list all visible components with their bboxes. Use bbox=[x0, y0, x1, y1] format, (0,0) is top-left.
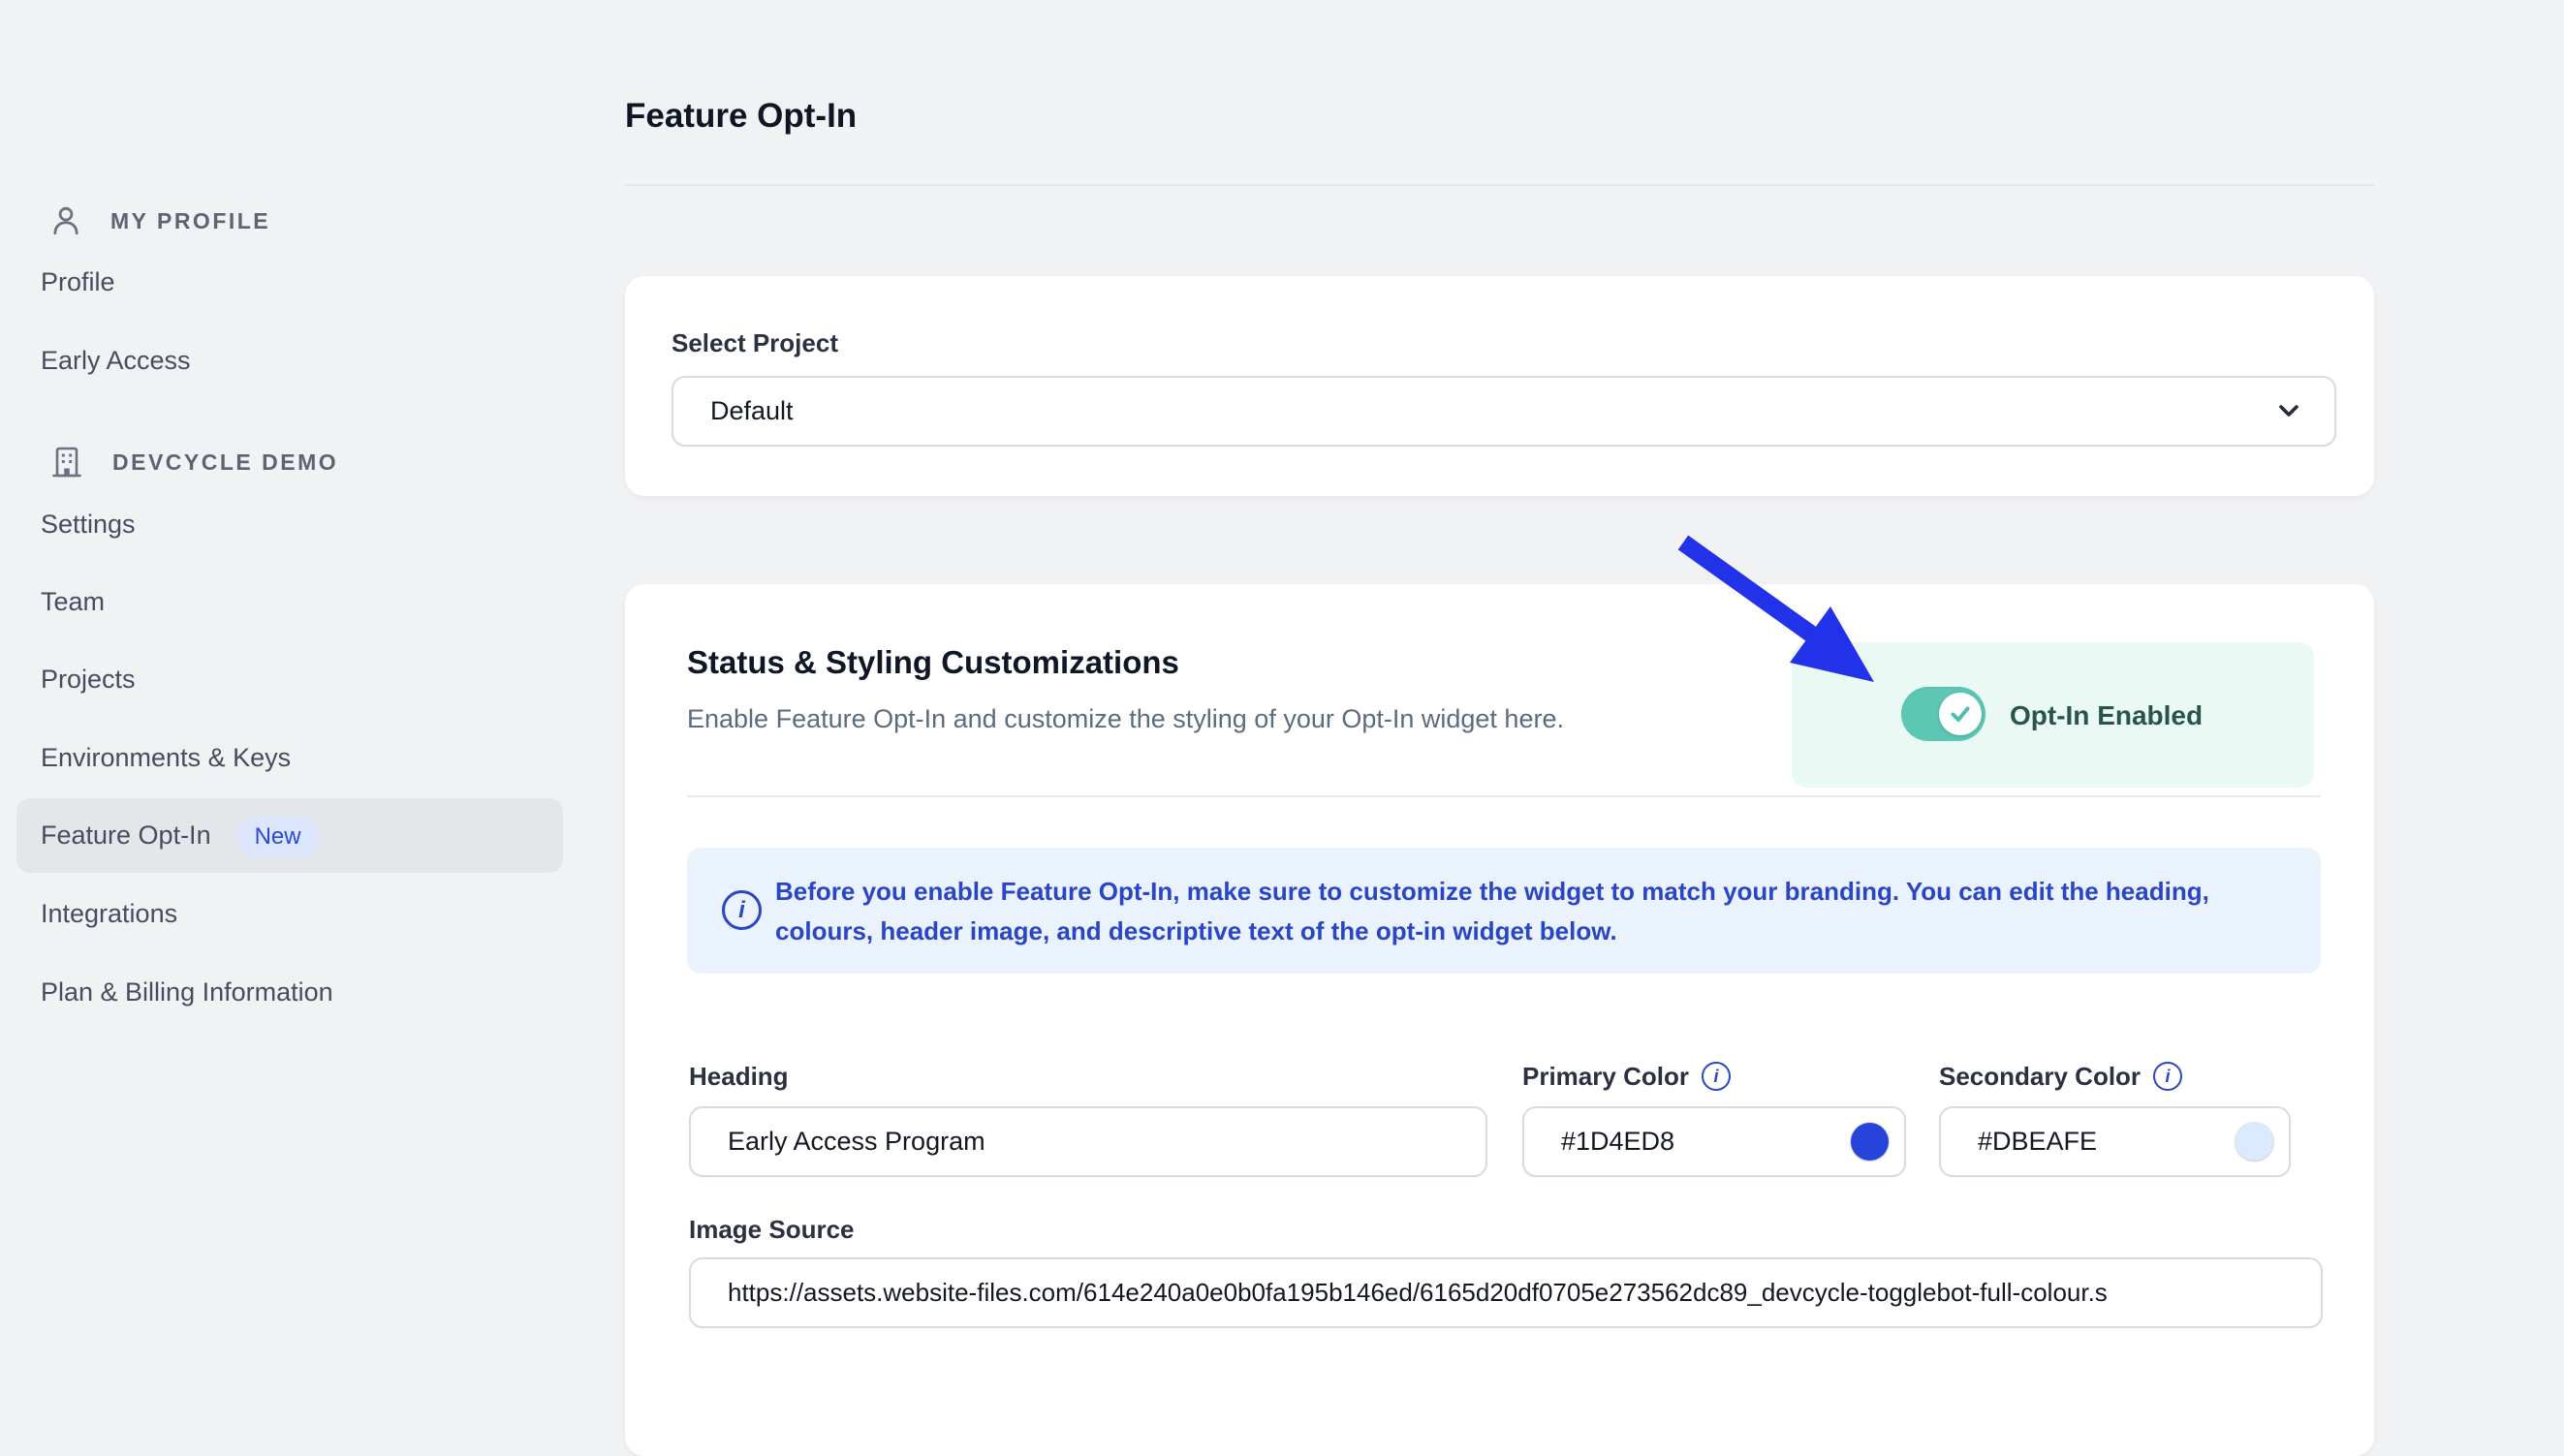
chevron-down-icon bbox=[2274, 396, 2303, 425]
sidebar-item-early-access[interactable]: Early Access bbox=[41, 334, 191, 387]
sidebar-section-my-profile: MY PROFILE bbox=[48, 195, 270, 247]
section-subtitle: Enable Feature Opt-In and customize the … bbox=[687, 701, 1564, 736]
sidebar-item-environments-keys[interactable]: Environments & Keys bbox=[41, 731, 291, 784]
sidebar-item-label: Feature Opt-In bbox=[41, 821, 211, 850]
sidebar-item-label: Plan & Billing Information bbox=[41, 977, 333, 1007]
sidebar-item-team[interactable]: Team bbox=[41, 575, 105, 628]
toggle-knob bbox=[1939, 693, 1982, 735]
info-banner-text: Before you enable Feature Opt-In, make s… bbox=[775, 872, 2219, 951]
sidebar-section-label: MY PROFILE bbox=[110, 208, 270, 234]
sidebar-item-label: Profile bbox=[41, 267, 115, 296]
opt-in-toggle-panel: Opt-In Enabled bbox=[1792, 642, 2314, 788]
section-title: Status & Styling Customizations bbox=[687, 641, 1179, 684]
info-icon[interactable]: i bbox=[1702, 1062, 1731, 1091]
sidebar-item-profile[interactable]: Profile bbox=[41, 256, 115, 308]
secondary-color-label: Secondary Color i bbox=[1939, 1059, 2182, 1094]
heading-label-text: Heading bbox=[689, 1059, 789, 1094]
primary-color-swatch[interactable] bbox=[1851, 1123, 1889, 1161]
project-select-value: Default bbox=[710, 396, 794, 425]
info-icon: i bbox=[722, 890, 762, 930]
sidebar-item-feature-opt-in[interactable]: Feature Opt-In New bbox=[16, 798, 563, 873]
new-badge: New bbox=[236, 816, 320, 858]
info-banner: i Before you enable Feature Opt-In, make… bbox=[687, 848, 2321, 974]
sidebar-item-label: Environments & Keys bbox=[41, 743, 291, 772]
primary-color-label-text: Primary Color bbox=[1522, 1059, 1689, 1094]
sidebar-item-label: Projects bbox=[41, 665, 136, 694]
sidebar-item-settings[interactable]: Settings bbox=[41, 498, 136, 550]
sidebar-item-label: Settings bbox=[41, 510, 136, 539]
info-icon[interactable]: i bbox=[2153, 1062, 2182, 1091]
project-select[interactable]: Default bbox=[672, 376, 2336, 447]
opt-in-toggle-label: Opt-In Enabled bbox=[2010, 699, 2203, 732]
page-title: Feature Opt-In bbox=[625, 94, 857, 139]
sidebar-item-label: Early Access bbox=[41, 346, 191, 375]
image-source-label: Image Source bbox=[689, 1212, 855, 1247]
primary-color-input[interactable] bbox=[1522, 1106, 1906, 1177]
primary-color-label: Primary Color i bbox=[1522, 1059, 1731, 1094]
image-source-label-text: Image Source bbox=[689, 1212, 855, 1247]
secondary-color-swatch[interactable] bbox=[2236, 1123, 2273, 1161]
heading-label: Heading bbox=[689, 1059, 789, 1094]
sidebar-item-plan-billing[interactable]: Plan & Billing Information bbox=[41, 966, 333, 1018]
opt-in-toggle[interactable] bbox=[1901, 687, 1986, 741]
sidebar: MY PROFILE Profile Early Access DEVCYCLE… bbox=[0, 0, 591, 1347]
section-divider bbox=[687, 795, 2321, 797]
heading-input[interactable] bbox=[689, 1106, 1487, 1177]
secondary-color-label-text: Secondary Color bbox=[1939, 1059, 2141, 1094]
sidebar-item-label: Team bbox=[41, 587, 105, 616]
sidebar-item-projects[interactable]: Projects bbox=[41, 653, 136, 705]
title-divider bbox=[625, 184, 2374, 186]
image-source-input[interactable] bbox=[689, 1257, 2323, 1328]
sidebar-section-label: DEVCYCLE DEMO bbox=[112, 449, 338, 476]
sidebar-section-devcycle-demo: DEVCYCLE DEMO bbox=[48, 436, 338, 488]
building-icon bbox=[48, 444, 85, 480]
sidebar-item-label: Integrations bbox=[41, 899, 177, 928]
check-icon bbox=[1948, 701, 1973, 727]
sidebar-item-integrations[interactable]: Integrations bbox=[41, 887, 177, 940]
select-project-label: Select Project bbox=[672, 325, 838, 360]
user-icon bbox=[48, 203, 83, 238]
